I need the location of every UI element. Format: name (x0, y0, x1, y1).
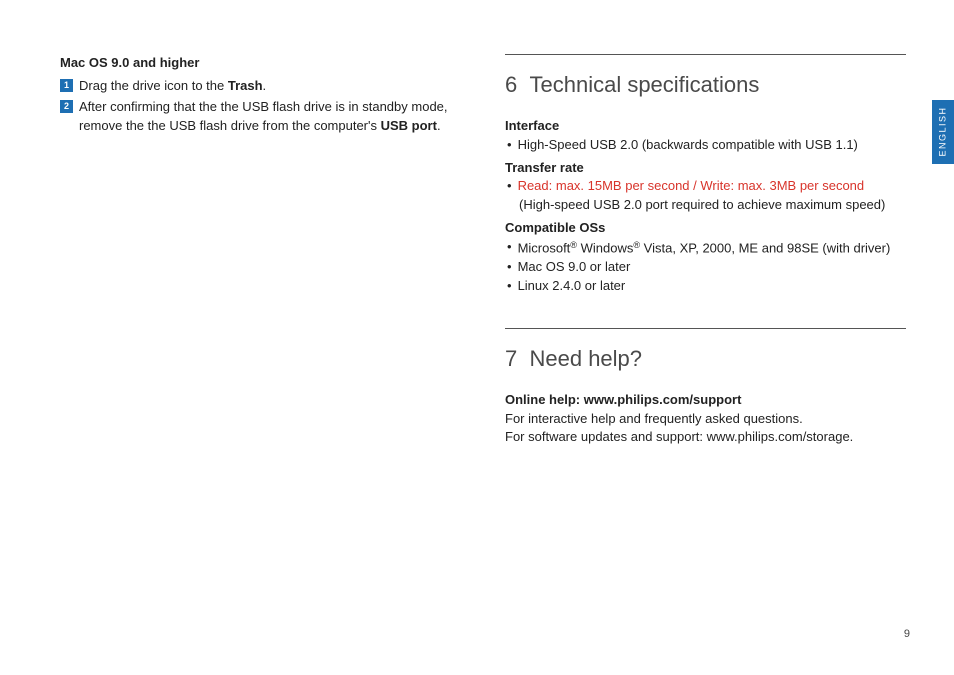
step-number-badge: 2 (60, 100, 73, 113)
help-line: For interactive help and frequently aske… (505, 410, 906, 429)
bullet-icon: • (507, 258, 512, 277)
section-divider (505, 54, 906, 55)
registered-icon: ® (570, 240, 577, 250)
bullet-icon: • (507, 277, 512, 296)
transfer-note: (High-speed USB 2.0 port required to ach… (519, 196, 906, 215)
list-item: • Microsoft® Windows® Vista, XP, 2000, M… (507, 238, 906, 258)
list-item: • Linux 2.4.0 or later (507, 277, 906, 296)
step-text: After confirming that the the USB flash … (79, 98, 461, 136)
step-text: Drag the drive icon to the Trash. (79, 77, 461, 96)
section-7: 7 Need help? Online help: www.philips.co… (505, 328, 906, 447)
left-column: Mac OS 9.0 and higher 1 Drag the drive i… (60, 54, 461, 479)
page-number: 9 (904, 627, 910, 643)
bullet-icon: • (507, 177, 512, 196)
os-list: • Microsoft® Windows® Vista, XP, 2000, M… (507, 238, 906, 296)
page-columns: Mac OS 9.0 and higher 1 Drag the drive i… (60, 54, 906, 479)
list-item: • Mac OS 9.0 or later (507, 258, 906, 277)
list-item: • Read: max. 15MB per second / Write: ma… (507, 177, 906, 196)
step-item: 1 Drag the drive icon to the Trash. (60, 77, 461, 96)
transfer-list: • Read: max. 15MB per second / Write: ma… (507, 177, 906, 215)
registered-icon: ® (633, 240, 640, 250)
section-divider (505, 328, 906, 329)
section-title: 7 Need help? (505, 343, 906, 375)
step-item: 2 After confirming that the the USB flas… (60, 98, 461, 136)
language-label: ENGLISH (936, 107, 949, 157)
interface-list: • High-Speed USB 2.0 (backwards compatib… (507, 136, 906, 155)
step-number-badge: 1 (60, 79, 73, 92)
section-6: 6 Technical specifications Interface • H… (505, 54, 906, 296)
os-item-text: Microsoft® Windows® Vista, XP, 2000, ME … (518, 238, 906, 258)
transfer-rate-label: Transfer rate (505, 159, 906, 178)
right-column: 6 Technical specifications Interface • H… (505, 54, 906, 479)
compatible-os-label: Compatible OSs (505, 219, 906, 238)
section-title: 6 Technical specifications (505, 69, 906, 101)
list-item: • High-Speed USB 2.0 (backwards compatib… (507, 136, 906, 155)
step-list: 1 Drag the drive icon to the Trash. 2 Af… (60, 77, 461, 136)
interface-label: Interface (505, 117, 906, 136)
bullet-icon: • (507, 136, 512, 155)
mac-os-heading: Mac OS 9.0 and higher (60, 54, 461, 73)
language-tab: ENGLISH (932, 100, 954, 164)
online-help-label: Online help: www.philips.com/support (505, 391, 906, 410)
help-line: For software updates and support: www.ph… (505, 428, 906, 447)
bullet-icon: • (507, 238, 512, 257)
